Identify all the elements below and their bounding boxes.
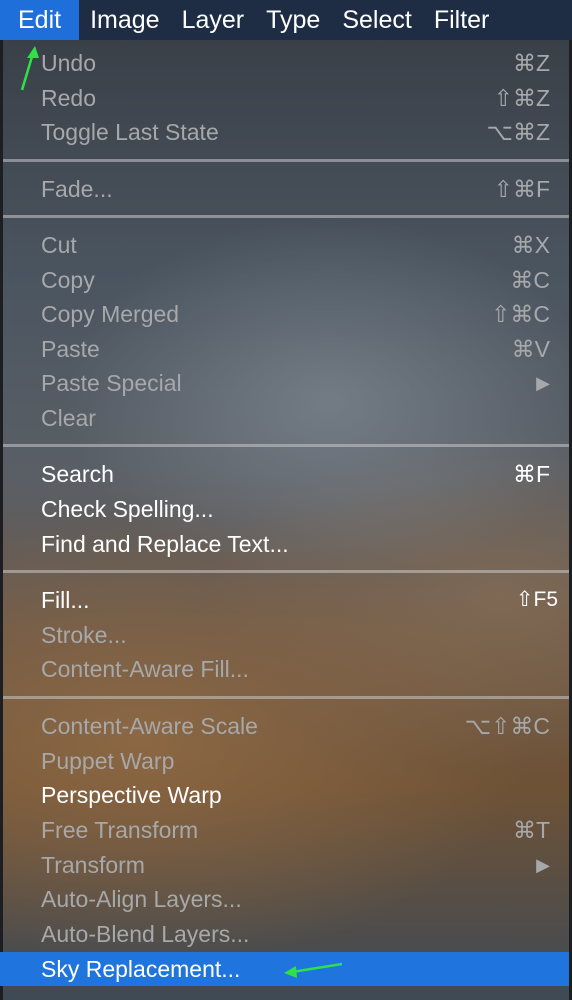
menu-item-shortcut: ⌘V bbox=[511, 336, 550, 362]
menu-item-content-aware-scale[interactable]: Content-Aware Scale ⌥⇧⌘C bbox=[0, 709, 572, 743]
menu-item-check-spelling[interactable]: Check Spelling... bbox=[0, 492, 572, 526]
menu-item-label: Paste Special bbox=[41, 370, 182, 396]
menu-item-label: Find and Replace Text... bbox=[41, 531, 289, 557]
menu-item-paste-special[interactable]: Paste Special ▶ bbox=[0, 366, 572, 400]
menu-item-label: Undo bbox=[41, 50, 96, 76]
menu-item-shortcut: ⇧F5 bbox=[515, 588, 558, 611]
menu-item-label: Transform bbox=[41, 852, 145, 878]
menu-item-label: Copy Merged bbox=[41, 301, 180, 327]
menubar-select[interactable]: Select bbox=[331, 0, 422, 40]
menu-item-copy-merged[interactable]: Copy Merged ⇧⌘C bbox=[0, 297, 572, 331]
menu-separator bbox=[3, 159, 569, 162]
menubar-edit[interactable]: Edit bbox=[0, 0, 80, 40]
menu-item-transform[interactable]: Transform ▶ bbox=[0, 848, 572, 882]
menu-item-auto-blend-layers[interactable]: Auto-Blend Layers... bbox=[0, 917, 572, 951]
menu-item-label: Clear bbox=[41, 405, 96, 431]
menu-item-puppet-warp[interactable]: Puppet Warp bbox=[0, 744, 572, 778]
menu-item-shortcut: ⇧⌘C bbox=[491, 301, 550, 327]
menu-item-shortcut: ⌘C bbox=[510, 267, 550, 293]
menu-item-label: Auto-Blend Layers... bbox=[41, 921, 250, 947]
menu-item-shortcut: ⇧⌘Z bbox=[493, 85, 550, 111]
menubar-layer[interactable]: Layer bbox=[171, 0, 256, 40]
annotation-arrow-icon bbox=[20, 46, 39, 91]
menu-item-label: Fade... bbox=[41, 176, 113, 202]
menubar-filter[interactable]: Filter bbox=[423, 0, 501, 40]
menu-item-perspective-warp[interactable]: Perspective Warp bbox=[0, 778, 572, 812]
menu-item-copy[interactable]: Copy ⌘C bbox=[0, 263, 572, 297]
annotation-arrow-icon bbox=[284, 962, 343, 978]
menu-item-label: Paste bbox=[41, 336, 100, 362]
menu-item-label: Puppet Warp bbox=[41, 748, 175, 774]
menu-item-shortcut: ⇧⌘F bbox=[493, 176, 550, 202]
menu-item-fill[interactable]: Fill... ⇧F5 bbox=[0, 583, 572, 617]
menu-item-fade[interactable]: Fade... ⇧⌘F bbox=[0, 172, 572, 206]
menu-separator bbox=[3, 444, 569, 447]
menu-item-label: Fill... bbox=[41, 587, 90, 613]
menu-item-label: Search bbox=[41, 461, 114, 487]
menu-item-label: Stroke... bbox=[41, 622, 127, 648]
menu-item-shortcut: ⌘X bbox=[511, 232, 550, 258]
menu-item-undo[interactable]: Undo ⌘Z bbox=[0, 46, 572, 80]
menu-item-shortcut: ⌘T bbox=[512, 817, 550, 843]
menu-item-redo[interactable]: Redo ⇧⌘Z bbox=[0, 81, 572, 115]
menu-item-content-aware-fill[interactable]: Content-Aware Fill... bbox=[0, 652, 572, 686]
menu-item-shortcut: ⌘Z bbox=[512, 50, 550, 76]
menu-item-label: Redo bbox=[41, 85, 96, 111]
menubar-image[interactable]: Image bbox=[79, 0, 170, 40]
menubar-type[interactable]: Type bbox=[255, 0, 331, 40]
menu-separator bbox=[3, 696, 569, 699]
menu-item-label: Toggle Last State bbox=[41, 119, 219, 145]
menu-item-clear[interactable]: Clear bbox=[0, 401, 572, 435]
menu-item-label: Sky Replacement... bbox=[41, 956, 241, 982]
menu-item-shortcut: ⌥⇧⌘C bbox=[464, 713, 550, 739]
menu-item-auto-align-layers[interactable]: Auto-Align Layers... bbox=[0, 882, 572, 916]
menu-item-paste[interactable]: Paste ⌘V bbox=[0, 332, 572, 366]
menu-item-shortcut: ⌘F bbox=[512, 461, 550, 487]
menu-item-find-replace-text[interactable]: Find and Replace Text... bbox=[0, 527, 572, 561]
menu-item-label: Auto-Align Layers... bbox=[41, 886, 242, 912]
menu-separator bbox=[3, 215, 569, 218]
menu-item-label: Cut bbox=[41, 232, 77, 258]
menu-item-cut[interactable]: Cut ⌘X bbox=[0, 228, 572, 262]
menu-item-label: Content-Aware Fill... bbox=[41, 656, 249, 682]
menu-item-search[interactable]: Search ⌘F bbox=[0, 457, 572, 491]
menu-item-stroke[interactable]: Stroke... bbox=[0, 618, 572, 652]
menu-item-shortcut: ⌥⌘Z bbox=[486, 119, 550, 145]
menu-item-free-transform[interactable]: Free Transform ⌘T bbox=[0, 813, 572, 847]
menu-item-label: Content-Aware Scale bbox=[41, 713, 258, 739]
menu-item-label: Perspective Warp bbox=[41, 782, 222, 808]
submenu-arrow-icon: ▶ bbox=[536, 855, 550, 875]
menu-item-toggle-last-state[interactable]: Toggle Last State ⌥⌘Z bbox=[0, 115, 572, 149]
edit-menu-dropdown: Undo ⌘Z Redo ⇧⌘Z Toggle Last State ⌥⌘Z F… bbox=[0, 40, 572, 1000]
menu-item-label: Check Spelling... bbox=[41, 496, 214, 522]
menu-bar: Edit Image Layer Type Select Filter bbox=[0, 0, 572, 40]
menu-separator bbox=[3, 570, 569, 573]
menu-item-label: Free Transform bbox=[41, 817, 199, 843]
menu-item-label: Copy bbox=[41, 267, 95, 293]
submenu-arrow-icon: ▶ bbox=[536, 373, 550, 393]
